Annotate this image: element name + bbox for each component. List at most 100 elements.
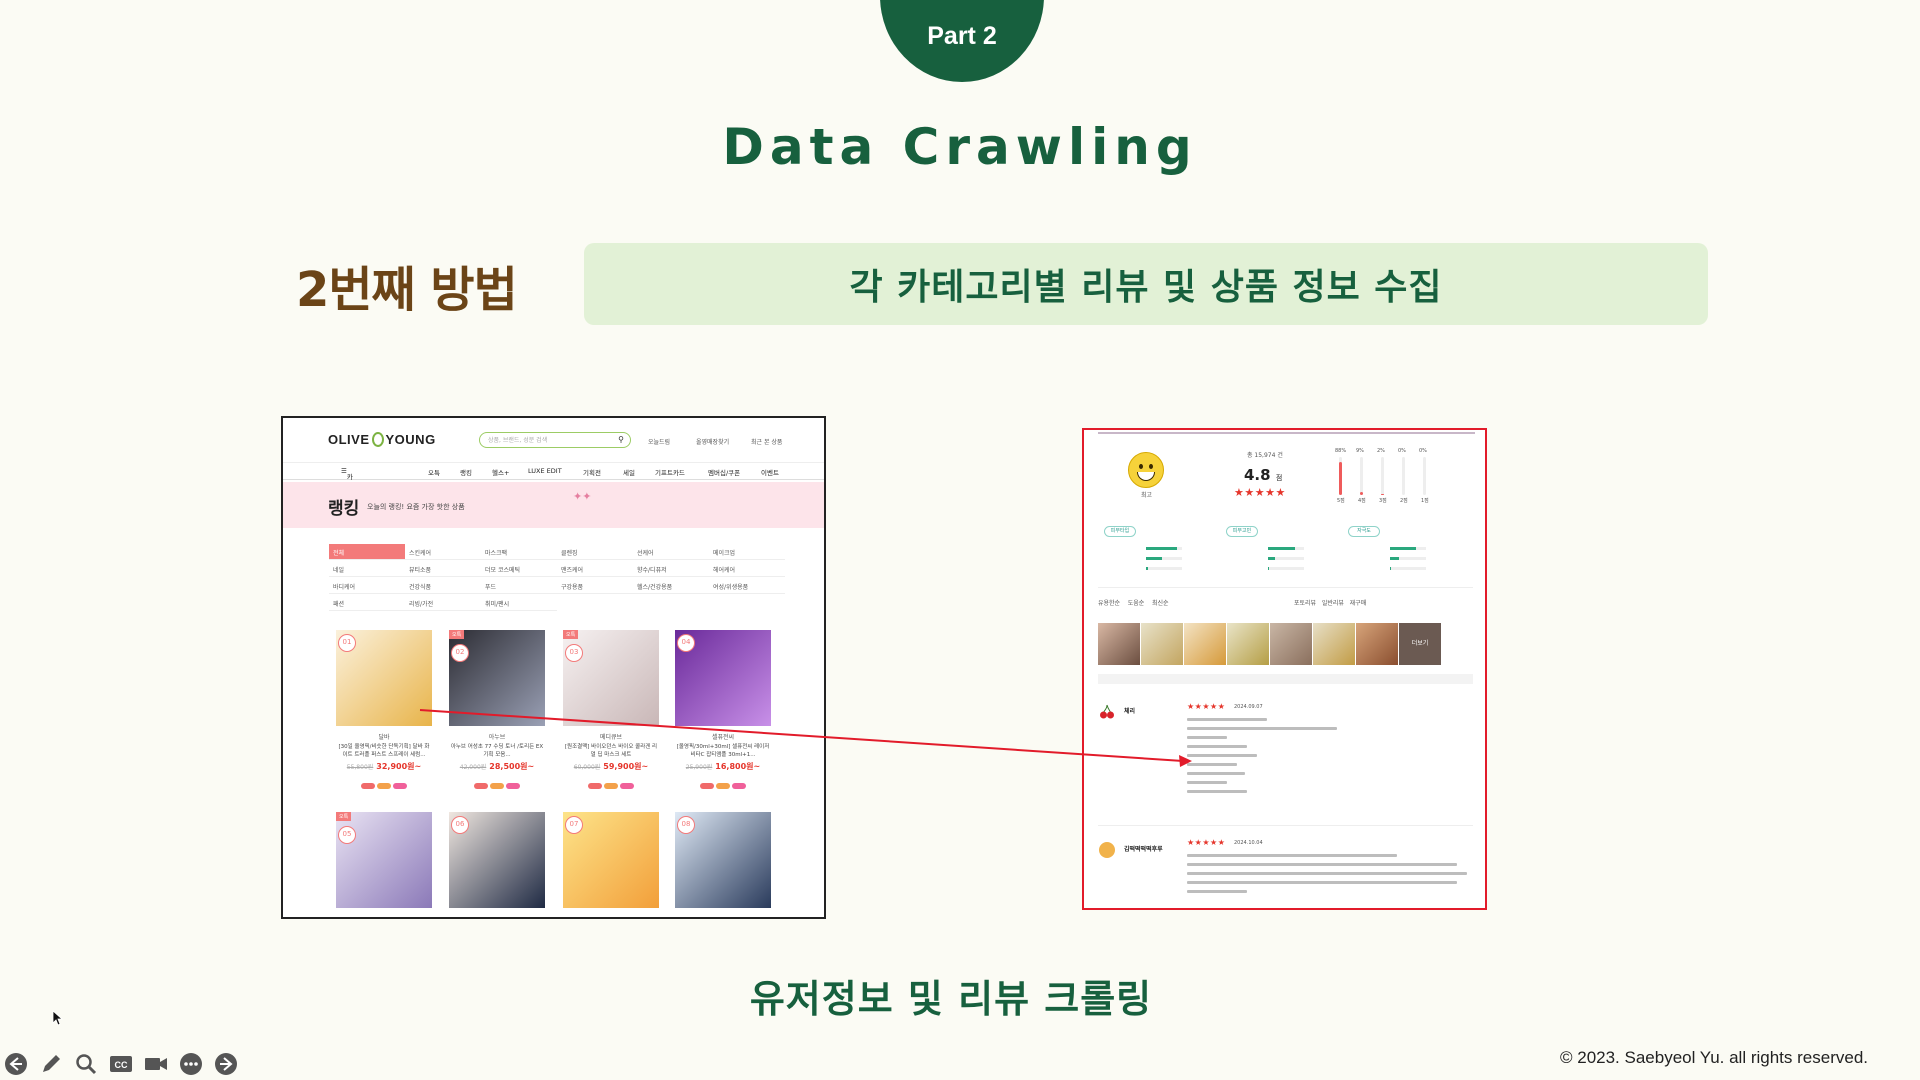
keyword-strip [1098,674,1473,684]
review-photo[interactable] [1141,623,1183,665]
cherry-icon [1100,704,1114,719]
oy-category-item[interactable]: 네일 [329,561,405,577]
tab-helpful[interactable]: 도움순 [1128,600,1145,607]
oy-nav-category[interactable]: ☰ 카테고리 [341,467,353,511]
rank-badge: 02 [451,644,469,662]
review-text-line [1187,772,1245,775]
oy-category-item[interactable]: 맨즈케어 [557,561,633,577]
product-name[interactable]: 아누브 어성초 77 수딩 토너 /토리든 EX 기획 모음... [449,743,545,759]
oy-category-item[interactable]: 향수/디퓨저 [633,561,709,577]
product-card[interactable]: 08 [675,812,771,908]
oy-nav-item[interactable]: 멤버십/쿠폰 [708,467,740,477]
oy-category-item[interactable]: 건강식품 [405,578,481,594]
distribution-pct: 9% [1356,448,1364,454]
oy-category-item[interactable]: 메이크업 [709,544,785,560]
oy-category-item[interactable]: 뷰티소품 [405,561,481,577]
oy-category-item[interactable]: 여성/위생용품 [709,578,785,594]
review-photo[interactable] [1098,623,1140,665]
divider [1098,825,1473,826]
oy-category-item[interactable]: 구강용품 [557,578,633,594]
oy-category-item[interactable]: 헤어케어 [709,561,785,577]
oy-util-today[interactable]: 오늘드림 [648,437,670,446]
product-image[interactable]: 01 [336,630,432,726]
oy-category-item[interactable]: 전체 [329,544,405,560]
sale-price: 16,800원~ [715,762,761,771]
video-icon[interactable] [144,1052,168,1076]
oy-category-item[interactable]: 리빙/가전 [405,595,481,611]
product-name[interactable]: [원조결맥] 바이오던스 바이오 콜라겐 리얼 딥 마스크 세트 [563,743,659,759]
leaf-icon [371,432,384,447]
oy-category-item[interactable]: 패션 [329,595,405,611]
attribute-pill[interactable]: 자극도 [1348,526,1380,537]
oy-nav-item[interactable]: 세일 [623,467,635,477]
slide-title: Data Crawling [722,118,1198,176]
oy-page-subtitle: 오늘의 랭킹! 요즘 가장 핫한 상품 [367,503,465,511]
oy-nav-item[interactable]: 이벤트 [761,467,779,477]
oy-nav-item[interactable]: LUXE EDIT [528,467,562,475]
attribute-pill[interactable]: 피부고민 [1226,526,1258,537]
more-icon[interactable] [179,1052,203,1076]
review-photo[interactable] [1356,623,1398,665]
oy-nav-item[interactable]: 헬스+ [492,467,509,477]
product-image[interactable]: 오특 03 [563,630,659,726]
tab-latest[interactable]: 최신순 [1152,600,1169,607]
product-card[interactable]: 01 달바 [30일 올영픽/비슷한 단독기획] 달바 화이트 트러플 퍼스트 스프… [336,630,432,793]
product-image[interactable]: 07 [563,812,659,908]
product-image[interactable]: 오특 05 [336,812,432,908]
product-image[interactable]: 06 [449,812,545,908]
pen-icon[interactable] [39,1052,63,1076]
smiley-icon [1128,452,1164,488]
product-card[interactable]: 오특 02 아누브 아누브 어성초 77 수딩 토너 /토리든 EX 기획 모음...… [449,630,545,793]
rank-badge: 01 [338,634,356,652]
oy-category-item[interactable]: 취미/팬시 [481,595,557,611]
oy-nav-item[interactable]: 기프트카드 [655,467,685,477]
oy-nav-item[interactable]: 랭킹 [460,467,472,477]
forward-icon[interactable] [214,1052,238,1076]
oy-category-item[interactable]: 마스크팩 [481,544,557,560]
attribute-bar [1390,547,1426,550]
rank-badge: 07 [565,816,583,834]
attribute-pill[interactable]: 피부타입 [1104,526,1136,537]
review-photo[interactable] [1184,623,1226,665]
product-card[interactable]: 04 셀퓨전씨 [올영픽/30ml+30ml] 셀퓨전씨 레이저 비타C 잡티앰플 … [675,630,771,793]
oy-nav-item[interactable]: 오특 [428,467,440,477]
oy-category-item[interactable]: 헬스/건강용품 [633,578,709,594]
review-date: 2024.10.04 [1234,840,1263,846]
oy-search-input[interactable]: 상품, 브랜드, 성분 검색 ⚲ [479,432,631,448]
photo-more-button[interactable]: 더보기 [1399,623,1441,665]
review-photo[interactable] [1313,623,1355,665]
oy-util-recent[interactable]: 최근 본 상품 [751,437,782,446]
review-photo[interactable] [1270,623,1312,665]
product-image[interactable]: 08 [675,812,771,908]
oy-category-item[interactable]: 더모 코스메틱 [481,561,557,577]
product-card[interactable]: 07 [563,812,659,908]
oy-category-item[interactable]: 스킨케어 [405,544,481,560]
product-name[interactable]: [30일 올영픽/비슷한 단독기획] 달바 화이트 트러플 퍼스트 스프레이 세… [336,743,432,759]
oy-nav-item[interactable]: 기획전 [583,467,601,477]
oy-util-store[interactable]: 올영매장찾기 [696,437,729,446]
product-card[interactable]: 06 [449,812,545,908]
product-image[interactable]: 오특 02 [449,630,545,726]
presentation-toolbar: CC [4,1052,238,1076]
product-card[interactable]: 오특 03 메디큐브 [원조결맥] 바이오던스 바이오 콜라겐 리얼 딥 마스크 세트… [563,630,659,793]
oy-category-item[interactable]: 클렌징 [557,544,633,560]
review-text-line [1187,890,1247,893]
filter-repurchase[interactable]: 재구매 [1350,600,1367,607]
oy-category-item[interactable]: 선케어 [633,544,709,560]
product-card[interactable]: 오특 05 [336,812,432,908]
cc-icon[interactable]: CC [109,1052,133,1076]
filter-photo[interactable]: 포토리뷰 [1294,600,1316,607]
oy-category-item[interactable]: 바디케어 [329,578,405,594]
olive-young-ranking-screenshot: OLIVE YOUNG 상품, 브랜드, 성분 검색 ⚲ 오늘드림 올영매장찾기 … [281,416,826,919]
zoom-icon[interactable] [74,1052,98,1076]
review-photo[interactable] [1227,623,1269,665]
product-name[interactable]: [올영픽/30ml+30ml] 셀퓨전씨 레이저 비타C 잡티앰플 30ml+1… [675,743,771,759]
back-icon[interactable] [4,1052,28,1076]
product-image[interactable]: 04 [675,630,771,726]
product-tag: 오특 [563,630,579,639]
tab-useful[interactable]: 유용한순 [1098,600,1120,607]
filter-normal[interactable]: 일반리뷰 [1322,600,1344,607]
search-icon[interactable]: ⚲ [618,435,624,444]
oy-category-item[interactable]: 푸드 [481,578,557,594]
review-text-line [1187,736,1227,739]
